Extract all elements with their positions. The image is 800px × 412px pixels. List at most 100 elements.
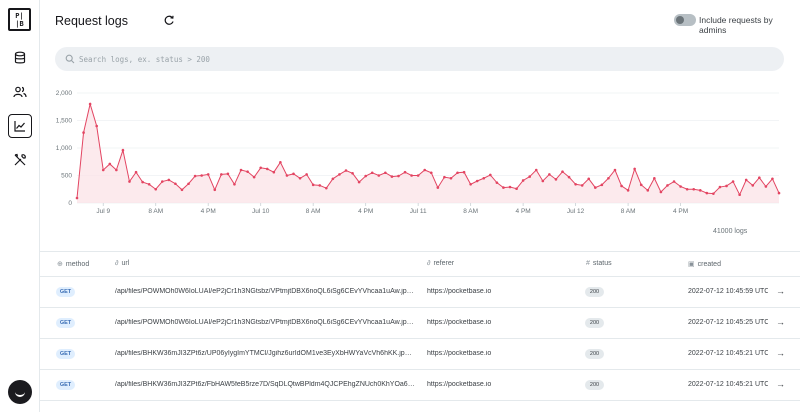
sidebar-item-users[interactable] [8,80,32,104]
chart-area [77,104,779,203]
chart-point [213,188,217,192]
chart-point [200,174,203,177]
chart-point [174,182,177,186]
chart-point [738,193,741,197]
sidebar-item-settings[interactable] [8,148,32,172]
column-created-label: created [697,260,721,268]
chart-point [226,172,230,176]
created-cell: 2022-07-12 10:45:21 UTC [688,381,768,388]
x-tick-label: Jul 10 [252,208,270,215]
chart-point [495,181,499,184]
chart-point [712,192,715,195]
chart-point [653,176,656,180]
chart-point [744,178,748,182]
chart-point [620,184,623,188]
chart-point [777,191,781,195]
status-badge: 200 [585,349,604,359]
chart-point [351,172,354,175]
column-referer[interactable]: ∂ referer [427,260,454,267]
chart-point [187,182,190,186]
table-row[interactable]: GET /api/files/POWMOh0W6IoLUAI/eP2jCr1h3… [40,277,800,308]
table-row[interactable]: GET /api/files/POWMOh0W6IoLUAI/eP2jCr1h3… [40,308,800,339]
chart-point [541,179,545,183]
chart-point [160,180,164,183]
chart-point [646,189,650,192]
x-tick-label: 4 PM [201,208,216,215]
chart-point [666,184,669,187]
avatar[interactable] [8,380,32,404]
y-tick-label: 1,000 [56,145,73,152]
sidebar-item-logs[interactable] [8,114,32,138]
url-cell: /api/files/BHKW36mJI3ZPt6z/FbHAW5feB5rze… [115,381,415,388]
y-tick-label: 2,000 [56,90,73,97]
x-tick-label: 8 AM [148,208,163,215]
chart-point [771,177,774,181]
chart-point [489,173,492,177]
column-status[interactable]: # status [586,260,612,267]
referer-cell: https://pocketbase.io [427,319,492,326]
column-url[interactable]: ∂ url [115,260,129,267]
chart-point [593,186,597,189]
refresh-icon[interactable] [163,14,175,26]
table-row[interactable]: GET /api/files/BHKW36mJI3ZPt6z/UP06yIygI… [40,339,800,370]
column-created[interactable]: ▣ created [688,260,721,269]
logo[interactable]: P| |B [8,8,31,31]
referer-cell: https://pocketbase.io [427,381,492,388]
chart-point [692,187,696,191]
status-badge: 200 [585,380,604,390]
chart-point [331,177,335,181]
x-tick-label: 4 PM [358,208,373,215]
chart-point [88,102,92,106]
column-method-label: method [65,260,90,268]
page-title: Request logs [55,14,128,28]
url-cell: /api/files/POWMOh0W6IoLUAI/eP2jCr1h3NGts… [115,319,415,326]
sidebar-item-collections[interactable] [8,46,32,70]
chart-point [370,171,374,175]
chart-point [305,173,308,176]
search-bar [55,47,784,71]
y-tick-label: 1,500 [56,118,73,125]
include-admins-toggle[interactable] [674,14,696,26]
chart-point [469,183,472,186]
arrow-right-icon[interactable]: → [776,286,785,296]
method-badge: GET [56,287,75,297]
chart-point [705,191,709,195]
chart-point [390,175,394,178]
chart-point [220,173,223,176]
chart-point [167,178,171,182]
chart-point [561,170,564,173]
arrow-right-icon[interactable]: → [776,379,785,389]
chart-point [206,173,210,176]
chart-point [246,170,249,173]
chart-point [528,175,531,178]
chart-point [416,174,420,177]
chart-point [607,176,610,180]
chart-svg: 0 500 1,000 1,500 2,000 Jul 9 8 AM 4 PM Jul 10 8 … [56,90,781,215]
chart-point [115,168,118,172]
method-badge: GET [56,318,75,328]
chart-point [338,173,341,176]
url-cell: /api/files/POWMOh0W6IoLUAI/eP2jCr1h3NGts… [115,288,415,295]
chart-point [718,185,722,189]
chart-point [764,185,768,188]
chart-point [449,176,453,180]
arrow-right-icon[interactable]: → [776,348,785,358]
referer-cell: https://pocketbase.io [427,288,492,295]
chart-point [580,184,584,187]
table-row[interactable]: GET /api/files/BHKW36mJI3ZPt6z/FbHAW5feB… [40,370,800,401]
arrow-right-icon[interactable]: → [776,317,785,327]
chart-point [141,180,144,184]
chart-point [285,174,289,177]
chart-point [384,171,387,175]
chart-point [259,166,263,170]
x-tick-label: 8 AM [621,208,636,215]
url-cell: /api/files/BHKW36mJI3ZPt6z/UP06yIygImYTM… [115,350,415,357]
hash-icon: # [586,260,590,267]
method-badge: GET [56,380,75,390]
column-method[interactable]: ⊕ method [57,260,90,269]
y-tick-label: 0 [68,200,72,207]
search-input[interactable] [79,51,769,67]
chart-point [521,179,525,182]
referer-cell: https://pocketbase.io [427,350,492,357]
chart-point [679,185,682,188]
